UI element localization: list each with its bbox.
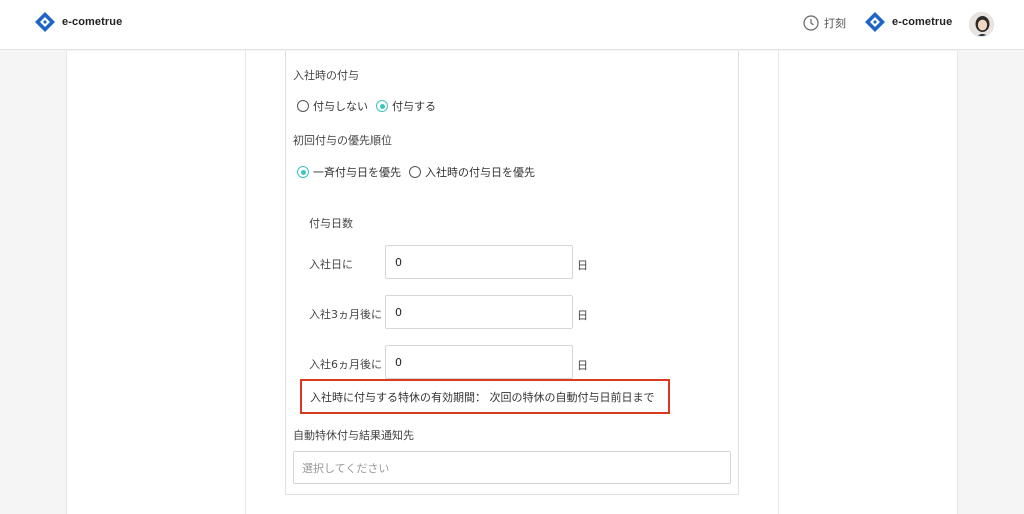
- logo-icon: [35, 12, 55, 32]
- punch-button[interactable]: 打刻: [803, 15, 846, 31]
- radio-grant[interactable]: 付与する: [376, 98, 436, 114]
- radio-indicator-checked: [297, 166, 309, 178]
- notify-recipient-select[interactable]: 選択してください: [293, 451, 731, 484]
- grant-on-join-radio-group: 付与しない 付与する: [297, 98, 444, 114]
- grant-days-row-label: 入社6ヵ月後に: [309, 358, 382, 371]
- app-header: e-cometrue 打刻 e-cometrue: [0, 0, 1024, 50]
- grant-on-join-label: 入社時の付与: [293, 69, 359, 82]
- radio-label: 入社時の付与日を優先: [425, 166, 535, 179]
- punch-label: 打刻: [824, 17, 846, 30]
- clock-icon: [803, 15, 819, 31]
- radio-indicator: [297, 100, 309, 112]
- radio-label: 付与しない: [313, 100, 368, 113]
- priority-radio-group: 一斉付与日を優先 入社時の付与日を優先: [297, 164, 543, 180]
- left-column: [66, 51, 246, 514]
- radio-label: 付与する: [392, 100, 436, 113]
- grant-days-label: 付与日数: [309, 217, 353, 230]
- radio-indicator-checked: [376, 100, 388, 112]
- right-column: [778, 51, 958, 514]
- grant-days-on-join-input[interactable]: 0: [385, 245, 573, 279]
- app-logo[interactable]: e-cometrue: [34, 11, 122, 33]
- validity-period-note: 入社時に付与する特休の有効期間： 次回の特休の自動付与日前日まで: [300, 379, 670, 414]
- avatar-image: [970, 13, 993, 36]
- radio-label: 一斉付与日を優先: [313, 166, 401, 179]
- company-logo-text: e-cometrue: [892, 16, 953, 28]
- grant-days-unit: 日: [577, 309, 588, 322]
- grant-days-unit: 日: [577, 359, 588, 372]
- grant-days-unit: 日: [577, 259, 588, 272]
- logo-icon: [865, 12, 885, 32]
- radio-join-date-priority[interactable]: 入社時の付与日を優先: [409, 164, 535, 180]
- radio-indicator: [409, 166, 421, 178]
- radio-bulk-date-priority[interactable]: 一斉付与日を優先: [297, 164, 401, 180]
- grant-days-row-label: 入社3ヵ月後に: [309, 308, 382, 321]
- company-logo[interactable]: e-cometrue: [864, 11, 952, 33]
- radio-no-grant[interactable]: 付与しない: [297, 98, 368, 114]
- grant-days-6-months-input[interactable]: 0: [385, 345, 573, 379]
- notify-recipient-label: 自動特休付与結果通知先: [293, 429, 414, 442]
- first-grant-priority-label: 初回付与の優先順位: [293, 134, 392, 147]
- grant-days-3-months-input[interactable]: 0: [385, 295, 573, 329]
- user-avatar[interactable]: [969, 12, 994, 37]
- grant-days-row-label: 入社日に: [309, 258, 353, 271]
- logo-text: e-cometrue: [62, 16, 123, 28]
